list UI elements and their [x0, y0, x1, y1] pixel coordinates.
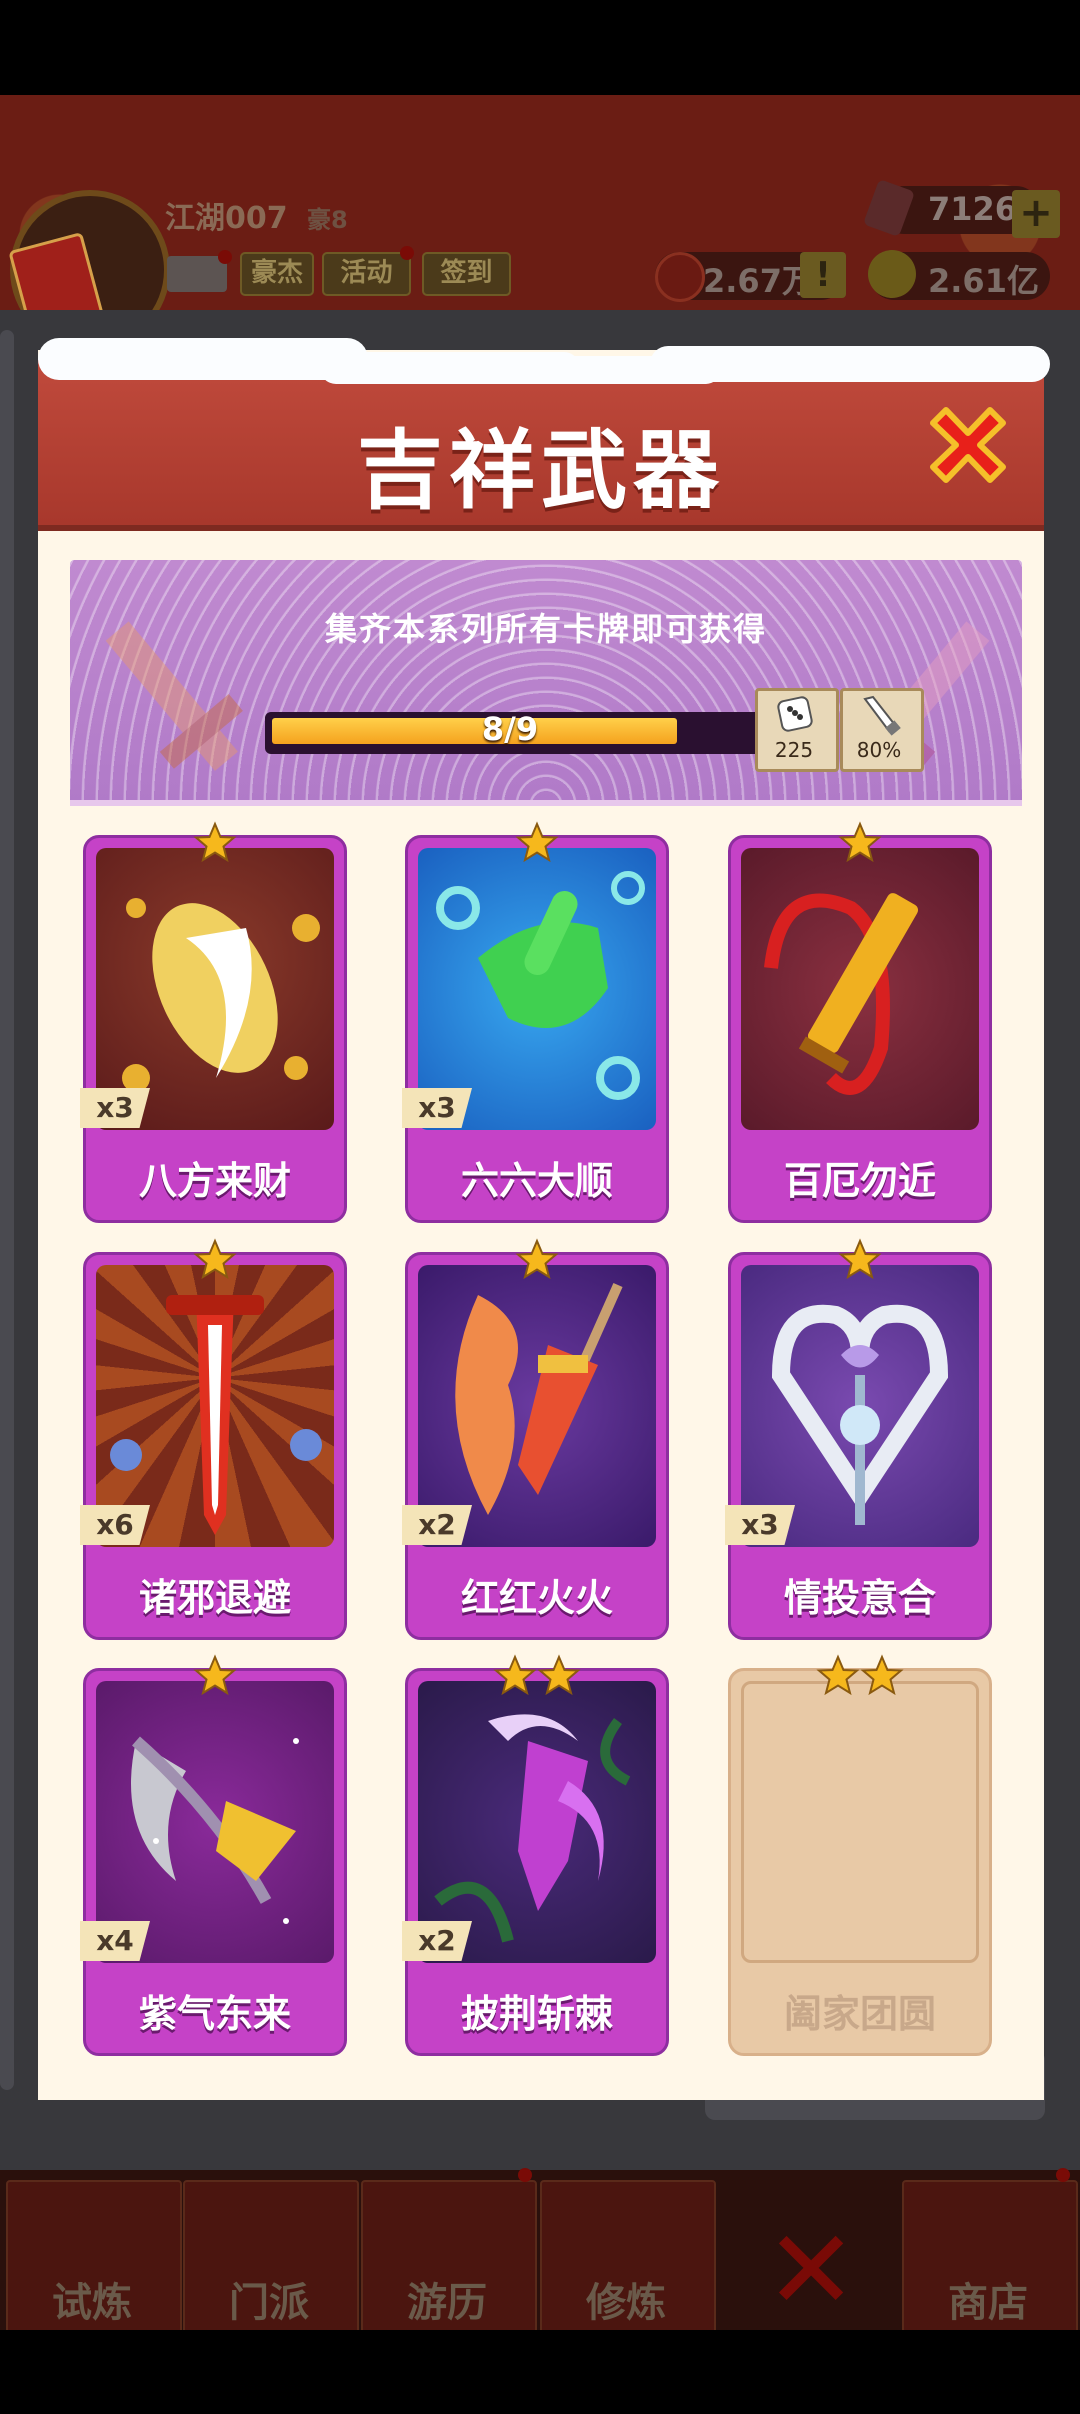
banner-text: 集齐本系列所有卡牌即可获得	[324, 610, 767, 648]
card-name: 百厄勿近	[783, 1159, 936, 1203]
shop-notification-dot	[1056, 2168, 1070, 2182]
star-icon	[193, 1238, 237, 1280]
star-icon	[838, 821, 882, 863]
card-art	[418, 1681, 656, 1963]
collection-progress-text: 8/9	[481, 710, 539, 748]
gem-value: 7126	[928, 190, 1018, 228]
mail-icon[interactable]	[167, 256, 227, 292]
weapon-art-icon	[110, 1295, 322, 1535]
weapon-card[interactable]: 八方来财 x3	[80, 835, 347, 1223]
reward-dice-value: 225	[774, 738, 814, 762]
star-icon	[193, 821, 237, 863]
sword-icon	[863, 695, 901, 736]
card-count-badge: x3	[80, 1088, 150, 1128]
nav-label-cultivate: 修炼	[586, 2280, 666, 2326]
card-art	[741, 1265, 979, 1547]
system-nav-bar	[0, 2330, 1080, 2414]
signin-button[interactable]: 签到	[422, 252, 511, 296]
card-count-badge: x2	[402, 1505, 472, 1545]
weapon-art-icon	[764, 893, 919, 1095]
weapon-card[interactable]: 情投意合 x3	[725, 1252, 992, 1640]
card-count-badge: x3	[725, 1505, 795, 1545]
star-icon	[193, 1654, 237, 1696]
status-bar	[0, 0, 1080, 95]
username: 江湖007	[165, 201, 288, 236]
silver-icon	[655, 252, 705, 302]
activity-notification-dot	[400, 246, 414, 260]
weapon-card[interactable]: 紫气东来 x4	[80, 1668, 347, 2056]
card-name: 披荆斩棘	[460, 1992, 613, 2036]
card-art	[418, 848, 656, 1130]
card-art	[96, 848, 334, 1130]
card-name: 八方来财	[138, 1159, 291, 1203]
card-art	[418, 1265, 656, 1547]
card-name: 红红火火	[460, 1576, 613, 1620]
card-count-badge: x2	[402, 1921, 472, 1961]
nav-notification-dot	[518, 2168, 532, 2182]
card-art	[96, 1681, 334, 1963]
mail-notification-dot	[218, 250, 232, 264]
card-name: 紫气东来	[138, 1992, 291, 2036]
card-art	[741, 848, 979, 1130]
card-count-badge: x6	[80, 1505, 150, 1545]
snow-decoration	[650, 346, 1050, 382]
card-count-badge: x4	[80, 1921, 150, 1961]
nav-label-trial: 试炼	[52, 2280, 132, 2326]
card-name: 诸邪退避	[138, 1576, 291, 1620]
rank-label: 豪8	[307, 206, 348, 234]
reward-sword-value: 80%	[856, 738, 902, 762]
silver-value: 2.67万	[703, 262, 814, 300]
weapon-card[interactable]: 阖家团圆	[728, 1668, 992, 2056]
card-name: 六六大顺	[460, 1159, 613, 1203]
card-art	[96, 1265, 334, 1547]
gold-value: 2.61亿	[928, 262, 1039, 300]
card-placeholder	[741, 1681, 979, 1963]
background-panel-left	[0, 330, 14, 2090]
close-icon	[930, 407, 1006, 483]
weapon-art-icon	[434, 1714, 631, 1943]
card-name: 阖家团圆	[783, 1992, 936, 2036]
dice-icon	[777, 696, 813, 732]
weapon-card[interactable]: 六六大顺 x3	[402, 835, 669, 1223]
star-icon	[816, 1654, 860, 1696]
weapon-art-icon	[122, 898, 320, 1092]
star-icon	[838, 1238, 882, 1280]
star-icon	[515, 1238, 559, 1280]
star-icon	[493, 1654, 537, 1696]
haojie-button[interactable]: 豪杰	[240, 252, 314, 296]
weapon-art-icon	[455, 1282, 623, 1515]
weapon-card[interactable]: 红红火火 x2	[402, 1252, 669, 1640]
nav-close-icon[interactable]: ✕	[765, 2215, 857, 2325]
weapon-art-icon	[771, 1304, 949, 1525]
silver-alert-button[interactable]: !	[800, 252, 846, 298]
banner-divider	[70, 800, 1022, 806]
weapon-art-icon	[436, 871, 645, 1100]
activity-button[interactable]: 活动	[322, 252, 411, 296]
add-gems-button[interactable]: +	[1012, 190, 1060, 238]
nav-label-travel: 游历	[407, 2280, 487, 2326]
gold-coin-icon	[868, 250, 916, 298]
nav-label-shop: 商店	[948, 2280, 1028, 2326]
snow-decoration	[38, 338, 368, 380]
close-button[interactable]	[918, 395, 1018, 495]
card-count-badge: x3	[402, 1088, 472, 1128]
star-icon	[537, 1654, 581, 1696]
nav-label-sect: 门派	[229, 2280, 309, 2326]
weapon-art-icon	[131, 1736, 299, 1924]
star-icon	[515, 821, 559, 863]
weapon-card[interactable]: 披荆斩棘 x2	[402, 1668, 669, 2056]
weapon-card[interactable]: 诸邪退避 x6	[80, 1252, 347, 1640]
dialog-title: 吉祥武器	[357, 421, 725, 521]
weapon-card[interactable]: 百厄勿近	[728, 835, 992, 1223]
card-name: 情投意合	[783, 1576, 936, 1620]
star-icon	[860, 1654, 904, 1696]
